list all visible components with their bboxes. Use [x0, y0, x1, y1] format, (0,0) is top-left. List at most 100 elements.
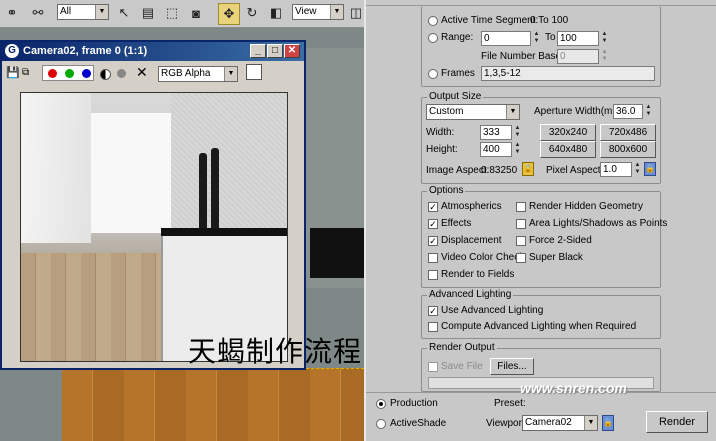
files-button[interactable]: Files...	[490, 358, 534, 375]
render-textured-wall	[171, 93, 287, 233]
viewport-lock-icon[interactable]: 🔒	[602, 415, 614, 431]
compute-advanced-lighting-checkbox[interactable]	[428, 322, 438, 332]
dialog-bottom-bar: Production ActiveShade Preset: Viewport:…	[366, 392, 716, 441]
select-by-name-icon[interactable]: ▤	[138, 3, 158, 23]
displacement-label: Displacement	[441, 235, 502, 246]
render-to-fields-label: Render to Fields	[441, 269, 515, 280]
aperture-width-spinner[interactable]: ▲ ▼	[644, 104, 653, 119]
select-arrow-icon[interactable]: ↖	[114, 3, 134, 23]
height-field[interactable]: 400	[480, 142, 512, 157]
selection-filter-dropdown[interactable]: All ▼	[57, 4, 109, 20]
file-number-base-label: File Number Base:	[481, 51, 564, 62]
alpha-channel-toggle[interactable]	[100, 69, 111, 80]
video-color-check-checkbox[interactable]	[428, 253, 438, 263]
width-spinner[interactable]: ▲ ▼	[513, 125, 522, 140]
red-channel-toggle[interactable]	[48, 69, 57, 78]
pixel-aspect-spinner[interactable]: ▲ ▼	[633, 162, 642, 177]
render-output-title: Render Output	[427, 342, 497, 354]
preset-320x240-button[interactable]: 320x240	[540, 124, 596, 141]
render-curtain	[21, 93, 91, 243]
watermark-text: 天蝎制作流程	[188, 335, 363, 368]
active-time-segment-label: Active Time Segment:	[441, 15, 539, 26]
height-spinner[interactable]: ▲ ▼	[513, 142, 522, 157]
window-title: Camera02, frame 0 (1:1)	[23, 45, 148, 57]
main-toolbar: ⚭ ⚯ All ▼ ↖ ▤ ⬚ ◙ ✥ ↻ ◧ View ▼ ◫	[0, 0, 364, 28]
render-counter-top	[161, 228, 287, 236]
image-aspect-lock-icon[interactable]: 🔒	[522, 162, 534, 176]
effects-checkbox[interactable]: ✓	[428, 219, 438, 229]
render-hidden-geometry-checkbox[interactable]	[516, 202, 526, 212]
active-time-segment-value: 0 To 100	[530, 15, 569, 26]
save-icon[interactable]: 💾	[6, 67, 20, 79]
maximize-button[interactable]: □	[267, 44, 283, 58]
clone-icon[interactable]: ⧉	[22, 67, 36, 79]
file-number-base-spinner[interactable]: ▲ ▼	[600, 49, 609, 64]
minimize-button[interactable]: _	[250, 44, 266, 58]
displacement-checkbox[interactable]: ✓	[428, 236, 438, 246]
render-vase-right	[211, 148, 219, 233]
render-window	[91, 113, 171, 233]
pivot-icon[interactable]: ◫	[346, 3, 366, 23]
scale-icon[interactable]: ◧	[266, 3, 286, 23]
range-radio[interactable]	[428, 33, 438, 43]
save-file-checkbox[interactable]	[428, 362, 438, 372]
options-group: Options ✓ Atmospherics Render Hidden Geo…	[421, 185, 667, 288]
output-size-title: Output Size	[427, 91, 484, 103]
viewport-object	[310, 228, 364, 278]
aperture-width-field[interactable]: 36.0	[613, 104, 643, 119]
monochrome-toggle[interactable]	[117, 69, 126, 78]
file-number-base-field[interactable]: 0	[557, 49, 599, 64]
blue-channel-toggle[interactable]	[82, 69, 91, 78]
viewport-dropdown[interactable]: Camera02 ▼	[522, 415, 598, 431]
range-end-field[interactable]: 100	[557, 31, 599, 46]
use-advanced-lighting-checkbox[interactable]: ✓	[428, 306, 438, 316]
render-vase-left	[199, 153, 207, 233]
render-to-fields-checkbox[interactable]	[428, 270, 438, 280]
window-titlebar[interactable]: G Camera02, frame 0 (1:1) _ □ ✕	[2, 42, 304, 61]
move-icon[interactable]: ✥	[218, 3, 240, 25]
area-lights-checkbox[interactable]	[516, 219, 526, 229]
pixel-aspect-lock-icon[interactable]: 🔒	[644, 162, 656, 176]
clear-icon[interactable]: ✕	[136, 65, 148, 79]
reference-coord-dropdown[interactable]: View ▼	[292, 4, 344, 20]
range-label: Range:	[441, 32, 474, 43]
rendered-image	[20, 92, 288, 362]
rect-selection-icon[interactable]: ⬚	[162, 3, 182, 23]
preset-720x486-button[interactable]: 720x486	[600, 124, 656, 141]
production-radio[interactable]	[376, 399, 386, 409]
render-button[interactable]: Render	[646, 411, 708, 433]
frames-radio[interactable]	[428, 69, 438, 79]
compute-advanced-lighting-label: Compute Advanced Lighting when Required	[441, 321, 637, 332]
preset-800x600-button[interactable]: 800x600	[600, 141, 656, 158]
active-time-segment-radio[interactable]	[428, 16, 438, 26]
super-black-checkbox[interactable]	[516, 253, 526, 263]
height-label: Height:	[426, 144, 458, 155]
link-icon[interactable]: ⚭	[2, 3, 22, 23]
activeshade-radio[interactable]	[376, 419, 386, 429]
advanced-lighting-title: Advanced Lighting	[427, 289, 514, 301]
to-label: To	[545, 32, 556, 43]
range-end-spinner[interactable]: ▲ ▼	[600, 31, 609, 46]
time-output-group: Active Time Segment: 0 To 100 Range: 0 ▲…	[421, 6, 661, 87]
channel-dropdown[interactable]: RGB Alpha ▼	[158, 66, 238, 82]
color-swatch[interactable]	[246, 64, 262, 80]
preset-640x480-button[interactable]: 640x480	[540, 141, 596, 158]
range-start-spinner[interactable]: ▲ ▼	[532, 31, 541, 46]
frames-label: Frames	[441, 68, 475, 79]
pixel-aspect-field[interactable]: 1.0	[600, 162, 632, 177]
atmospherics-label: Atmospherics	[441, 201, 502, 212]
window-crossing-icon[interactable]: ◙	[186, 3, 206, 23]
close-button[interactable]: ✕	[284, 44, 300, 58]
effects-label: Effects	[441, 218, 472, 229]
green-channel-toggle[interactable]	[65, 69, 74, 78]
force-2-sided-checkbox[interactable]	[516, 236, 526, 246]
frames-field[interactable]: 1,3,5-12	[481, 66, 655, 81]
viewport-selection-edge	[62, 368, 364, 441]
rotate-icon[interactable]: ↻	[242, 3, 262, 23]
frame-toolbar: 💾 ⧉ ✕ RGB Alpha ▼	[2, 62, 304, 84]
output-size-preset-dropdown[interactable]: Custom ▼	[426, 104, 520, 120]
range-start-field[interactable]: 0	[481, 31, 531, 46]
atmospherics-checkbox[interactable]: ✓	[428, 202, 438, 212]
unlink-icon[interactable]: ⚯	[28, 3, 48, 23]
width-field[interactable]: 333	[480, 125, 512, 140]
